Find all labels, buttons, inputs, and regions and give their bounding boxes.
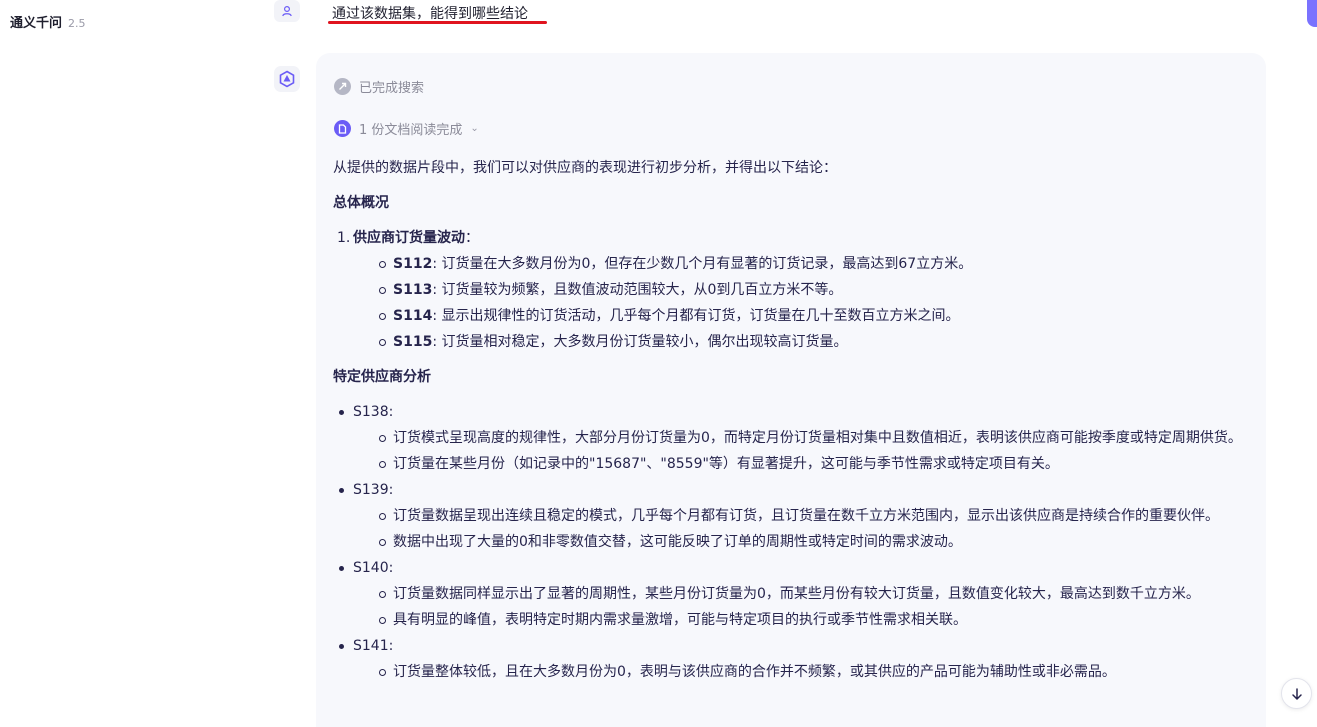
- list-item: 订货量整体较低，且在大多数月份为0，表明与该供应商的合作并不频繁，或其供应的产品…: [353, 659, 1258, 685]
- list-item: S113: 订货量较为频繁，且数值波动范围较大，从0到几百立方米不等。: [353, 277, 1258, 303]
- list-item: 订货量在某些月份（如记录中的"15687"、"8559"等）有显著提升，这可能与…: [353, 451, 1258, 477]
- overview-item: 1. 供应商订货量波动： S112: 订货量在大多数月份为0，但存在少数几个月有…: [333, 225, 1258, 355]
- user-icon: [282, 5, 292, 17]
- list-item: 订货量数据呈现出连续且稳定的模式，几乎每个月都有订货，且订货量在数千立方米范围内…: [353, 503, 1258, 529]
- search-status[interactable]: 已完成搜索: [334, 77, 424, 96]
- supplier-note: 具有明显的峰值，表明特定时期内需求量激增，可能与特定项目的执行或季节性需求相关联…: [393, 612, 967, 628]
- supplier-item-s139: S139: 订货量数据呈现出连续且稳定的模式，几乎每个月都有订货，且订货量在数千…: [333, 477, 1258, 555]
- supplier-note: 数据中出现了大量的0和非零数值交替，这可能反映了订单的周期性或特定时间的需求波动…: [393, 534, 962, 550]
- supplier-code: S139:: [353, 482, 394, 498]
- supplier-note: 订货量在某些月份（如记录中的"15687"、"8559"等）有显著提升，这可能与…: [393, 456, 1059, 472]
- list-item: S112: 订货量在大多数月份为0，但存在少数几个月有显著的订货记录，最高达到6…: [353, 251, 1258, 277]
- list-item: 具有明显的峰值，表明特定时期内需求量激增，可能与特定项目的执行或季节性需求相关联…: [353, 607, 1258, 633]
- top-right-accent-tab[interactable]: [1307, 0, 1317, 27]
- supplier-note: 订货量数据同样显示出了显著的周期性，某些月份订货量为0，而某些月份有较大订货量，…: [393, 586, 1200, 602]
- supplier-code: S141:: [353, 638, 394, 654]
- document-icon: [334, 120, 351, 137]
- supplier-note: 订货模式呈现高度的规律性，大部分月份订货量为0，而特定月份订货量相对集中且数值相…: [393, 430, 1242, 446]
- search-status-label: 已完成搜索: [359, 81, 425, 96]
- list-item: S115: 订货量相对稳定，大多数月份订货量较小，偶尔出现较高订货量。: [353, 329, 1258, 355]
- supplier-note: : 订货量较为频繁，且数值波动范围较大，从0到几百立方米不等。: [432, 282, 843, 298]
- overview-item-colon: ：: [465, 230, 479, 246]
- answer-intro: 从提供的数据片段中，我们可以对供应商的表现进行初步分析，并得出以下结论：: [333, 160, 837, 176]
- question-annotation-underline: [328, 21, 547, 24]
- supplier-item-s141: S141: 订货量整体较低，且在大多数月份为0，表明与该供应商的合作并不频繁，或…: [333, 633, 1258, 685]
- list-item: S114: 显示出规律性的订货活动，几乎每个月都有订货，订货量在几十至数百立方米…: [353, 303, 1258, 329]
- list-item: 订货量数据同样显示出了显著的周期性，某些月份订货量为0，而某些月份有较大订货量，…: [353, 581, 1258, 607]
- supplier-note: 订货量整体较低，且在大多数月份为0，表明与该供应商的合作并不频繁，或其供应的产品…: [393, 664, 1116, 680]
- list-item: 订货模式呈现高度的规律性，大部分月份订货量为0，而特定月份订货量相对集中且数值相…: [353, 425, 1258, 451]
- supplier-note: : 订货量在大多数月份为0，但存在少数几个月有显著的订货记录，最高达到67立方米…: [432, 256, 973, 272]
- app-brand[interactable]: 通义千问 2.5: [10, 12, 86, 31]
- user-question: 通过该数据集，能得到哪些结论: [332, 6, 528, 22]
- document-read-label: 1 份文档阅读完成: [359, 123, 463, 138]
- supplier-note: 订货量数据呈现出连续且稳定的模式，几乎每个月都有订货，且订货量在数千立方米范围内…: [393, 508, 1219, 524]
- assistant-avatar: [274, 66, 300, 92]
- section-title-supplier-analysis: 特定供应商分析: [333, 369, 431, 385]
- supplier-item-s138: S138: 订货模式呈现高度的规律性，大部分月份订货量为0，而特定月份订货量相对…: [333, 399, 1258, 477]
- scroll-to-bottom-button[interactable]: [1281, 678, 1312, 709]
- user-avatar: [274, 0, 300, 22]
- list-item: 数据中出现了大量的0和非零数值交替，这可能反映了订单的周期性或特定时间的需求波动…: [353, 529, 1258, 555]
- app-name: 通义千问: [10, 16, 63, 31]
- list-number: 1.: [337, 230, 351, 246]
- supplier-code: S138:: [353, 404, 394, 420]
- answer-content: 从提供的数据片段中，我们可以对供应商的表现进行初步分析，并得出以下结论： 总体概…: [333, 155, 1258, 685]
- app-version: 2.5: [68, 17, 86, 30]
- arrow-down-icon: [1291, 687, 1302, 700]
- supplier-code: S115: [393, 334, 433, 350]
- overview-list: 1. 供应商订货量波动： S112: 订货量在大多数月份为0，但存在少数几个月有…: [333, 225, 1258, 355]
- supplier-note: : 显示出规律性的订货活动，几乎每个月都有订货，订货量在几十至数百立方米之间。: [432, 308, 960, 324]
- supplier-note: : 订货量相对稳定，大多数月份订货量较小，偶尔出现较高订货量。: [432, 334, 848, 350]
- supplier-code: S112: [393, 256, 433, 272]
- supplier-code: S113: [393, 282, 433, 298]
- section-title-overview: 总体概况: [333, 195, 389, 211]
- supplier-code: S140:: [353, 560, 394, 576]
- search-done-icon: [334, 78, 351, 95]
- supplier-volatility-list: S112: 订货量在大多数月份为0，但存在少数几个月有显著的订货记录，最高达到6…: [353, 251, 1258, 355]
- assistant-logo-icon: [279, 70, 295, 88]
- supplier-code: S114: [393, 308, 433, 324]
- overview-item-title: 供应商订货量波动: [353, 230, 465, 246]
- supplier-item-s140: S140: 订货量数据同样显示出了显著的周期性，某些月份订货量为0，而某些月份有…: [333, 555, 1258, 633]
- document-read-toggle[interactable]: 1 份文档阅读完成 ⌄: [334, 119, 479, 138]
- chevron-down-icon: ⌄: [470, 123, 479, 134]
- supplier-analysis-list: S138: 订货模式呈现高度的规律性，大部分月份订货量为0，而特定月份订货量相对…: [333, 399, 1258, 685]
